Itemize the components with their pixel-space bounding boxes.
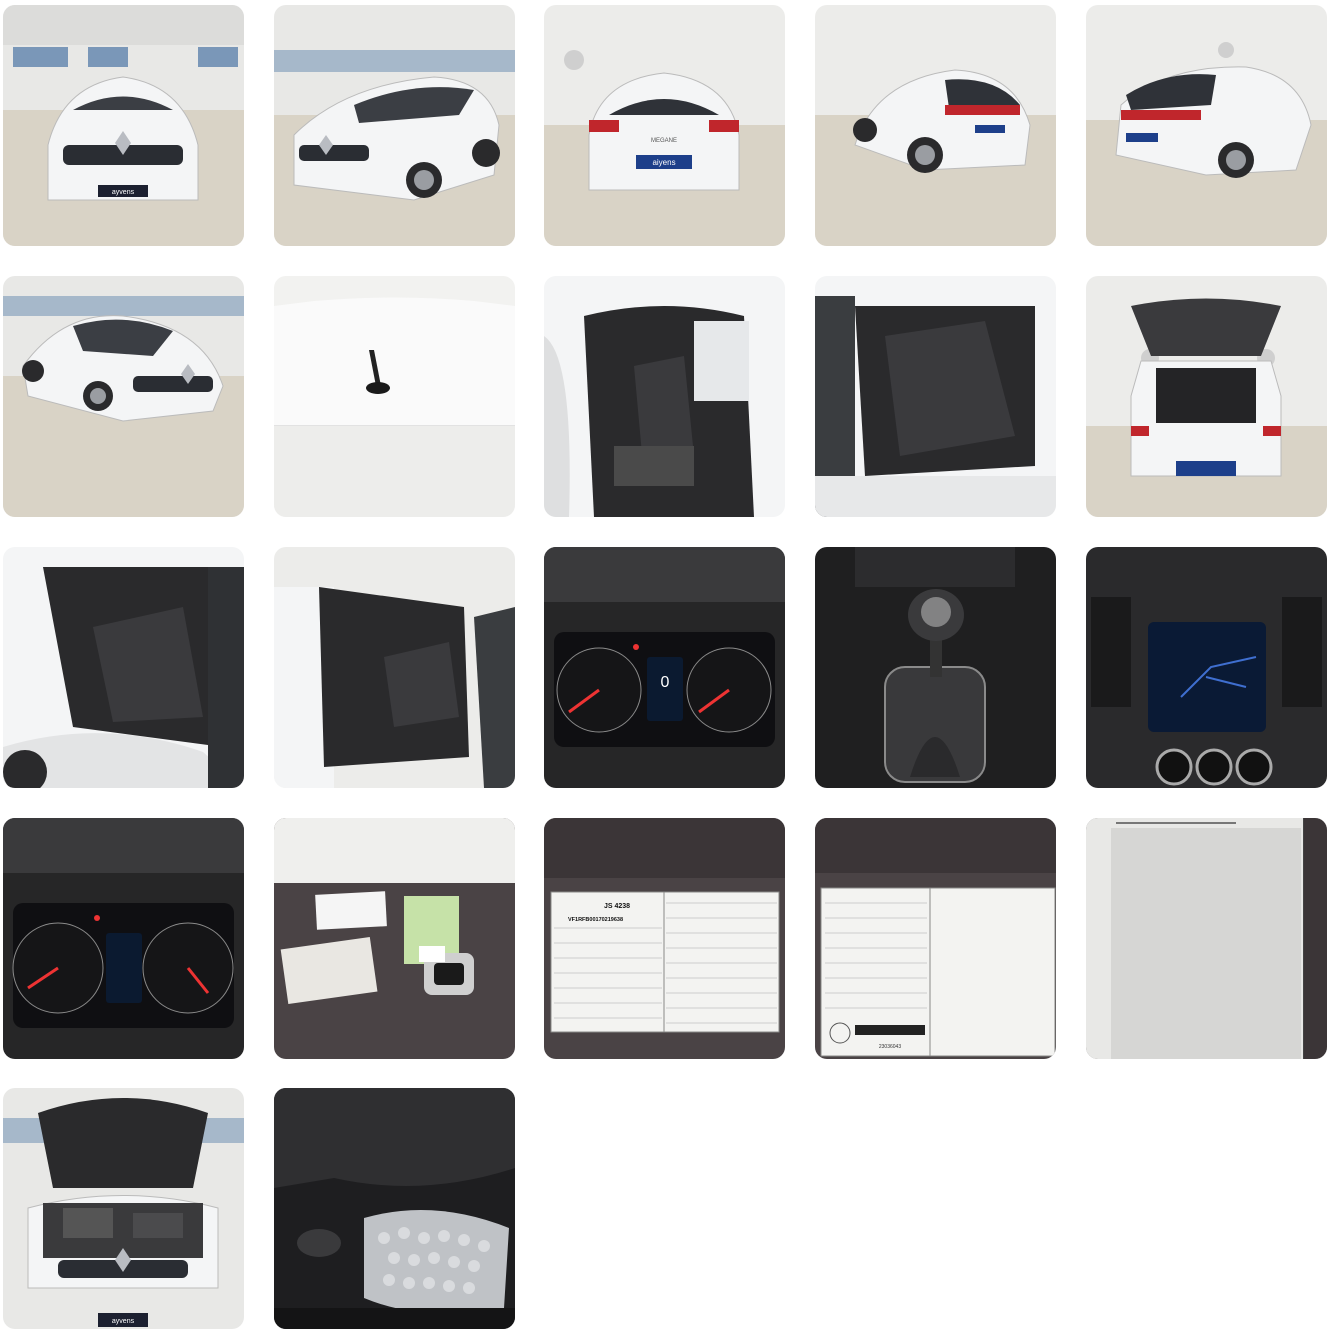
photo-trunk-open[interactable] (1086, 276, 1327, 517)
photo-front-three-quarter[interactable] (274, 5, 515, 246)
barcode-number-text: 23036043 (879, 1044, 901, 1050)
model-badge-text: MEGANE (651, 138, 677, 144)
front-plate-text: ayvens (112, 1318, 135, 1325)
photo-rear-three-quarter-right[interactable] (815, 5, 1056, 246)
photo-rear-three-quarter-left[interactable] (1086, 5, 1327, 246)
speed-readout: 0 (661, 674, 670, 691)
photo-documents-keys[interactable] (274, 818, 515, 1059)
photo-driver-door-open[interactable] (544, 276, 785, 517)
photo-registration-card-front[interactable]: JS 4238 VF1RFB00170219638 (544, 818, 785, 1059)
photo-gallery-grid: ayvens aiyens MEGANE 0 JS 4238 VF1RFB001… (0, 0, 1331, 1329)
photo-passenger-door-open[interactable] (274, 547, 515, 788)
front-view-image: ayvens (3, 5, 244, 246)
photo-instrument-cluster-2[interactable] (3, 818, 244, 1059)
photo-gear-shifter[interactable] (815, 547, 1056, 788)
rear-plate-text: aiyens (652, 158, 675, 167)
photo-registration-card-back[interactable]: 23036043 (815, 818, 1056, 1059)
photo-instrument-cluster[interactable]: 0 (544, 547, 785, 788)
photo-inspection-document[interactable] (1086, 818, 1327, 1059)
photo-trunk-floor[interactable] (274, 1088, 515, 1329)
photo-roof-antenna[interactable] (274, 276, 515, 517)
photo-rear-door-open[interactable] (815, 276, 1056, 517)
photo-front-three-quarter-left[interactable] (3, 276, 244, 517)
photo-engine-bay[interactable]: ayvens (3, 1088, 244, 1329)
vin-text: VF1RFB00170219638 (568, 917, 623, 923)
photo-front-view[interactable]: ayvens (3, 5, 244, 246)
photo-infotainment-screen[interactable] (1086, 547, 1327, 788)
svg-text:ayvens: ayvens (112, 189, 135, 196)
photo-rear-view[interactable]: aiyens MEGANE (544, 5, 785, 246)
photo-rear-seats[interactable] (3, 547, 244, 788)
plate-number-text: JS 4238 (604, 903, 630, 910)
